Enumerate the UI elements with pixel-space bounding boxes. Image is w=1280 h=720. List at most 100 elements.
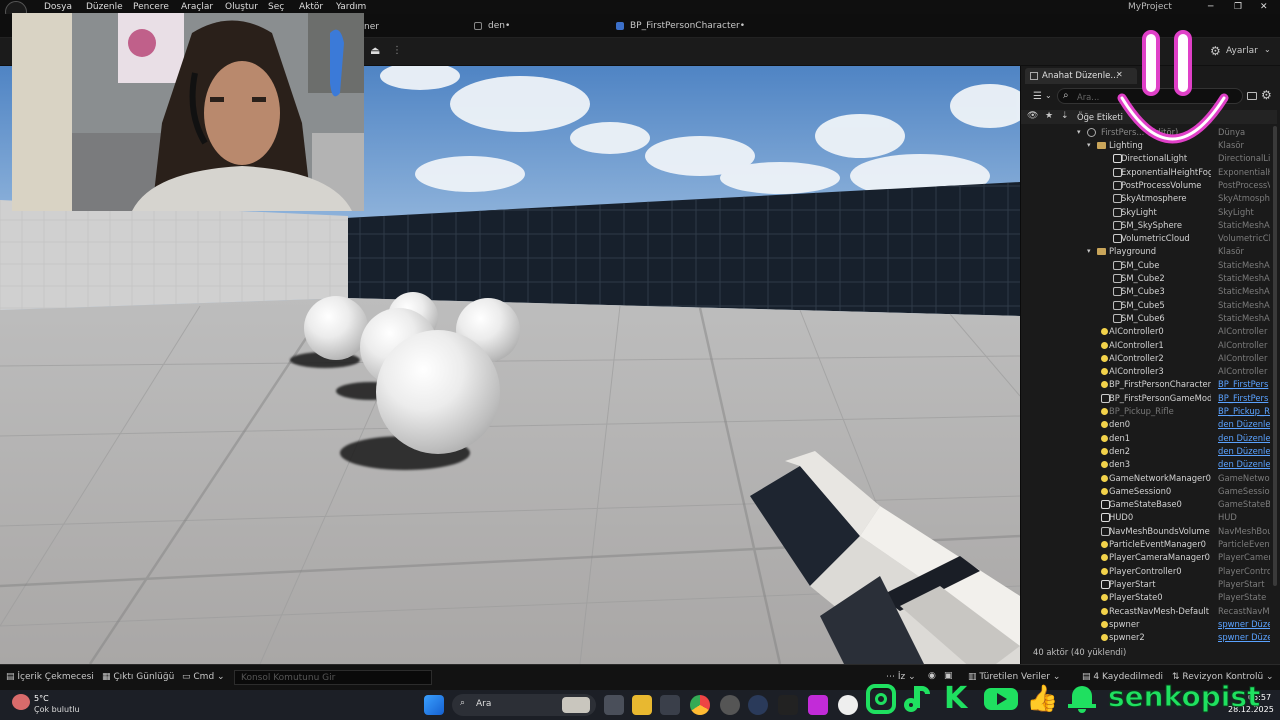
menu-tools[interactable]: Araçlar bbox=[181, 2, 213, 12]
eject-icon[interactable]: ⏏ bbox=[370, 45, 382, 57]
outliner-row-type[interactable]: BP_Pickup_R bbox=[1218, 405, 1270, 418]
outliner-row[interactable]: SM_Cube2 StaticMeshAc bbox=[1021, 272, 1277, 285]
menu-actor[interactable]: Aktör bbox=[299, 2, 323, 12]
outliner-row[interactable]: GameNetworkManager0 GameNetwor bbox=[1021, 472, 1277, 485]
outliner-row[interactable]: BP_FirstPersonGameMode BP_FirstPers bbox=[1021, 392, 1277, 405]
outliner-row[interactable]: SkyAtmosphere SkyAtmosphe bbox=[1021, 192, 1277, 205]
content-drawer-button[interactable]: ▤ İçerik Çekmecesi bbox=[6, 672, 94, 682]
expand-arrow-icon[interactable]: ▾ bbox=[1087, 139, 1091, 152]
output-log-button[interactable]: ▦ Çıktı Günlüğü bbox=[102, 672, 174, 682]
cmd-dropdown[interactable]: ▭ Cmd ⌄ bbox=[182, 672, 225, 682]
unreal-engine-icon[interactable] bbox=[838, 695, 858, 715]
outliner-row[interactable]: RecastNavMesh-Default RecastNavMe bbox=[1021, 605, 1277, 618]
outliner-row[interactable]: PlayerCameraManager0 PlayerCamera bbox=[1021, 551, 1277, 564]
tab-bp-firstpersoncharacter[interactable]: BP_FirstPersonCharacter• bbox=[612, 18, 772, 36]
app-icon[interactable] bbox=[720, 695, 740, 715]
minimize-button[interactable]: ─ bbox=[1208, 2, 1213, 12]
outliner-row[interactable]: SM_SkySphere StaticMeshAc bbox=[1021, 219, 1277, 232]
screenshot-icon[interactable]: ▣ bbox=[944, 671, 953, 681]
steam-icon[interactable] bbox=[748, 695, 768, 715]
outliner-row[interactable]: BP_FirstPersonCharacter0 BP_FirstPers bbox=[1021, 378, 1277, 391]
outliner-row[interactable]: den2 den Düzenle bbox=[1021, 445, 1277, 458]
outliner-row[interactable]: NavMeshBoundsVolume NavMeshBou bbox=[1021, 525, 1277, 538]
menu-window[interactable]: Pencere bbox=[133, 2, 169, 12]
menu-file[interactable]: Dosya bbox=[44, 2, 72, 12]
outliner-row[interactable]: PlayerState0 PlayerState bbox=[1021, 591, 1277, 604]
outliner-row[interactable]: SM_Cube6 StaticMeshAc bbox=[1021, 312, 1277, 325]
task-view-icon[interactable] bbox=[604, 695, 624, 715]
outliner-row-type[interactable]: den Düzenle bbox=[1218, 458, 1270, 471]
trace-dropdown[interactable]: ⋯ İz ⌄ bbox=[886, 672, 916, 682]
expand-arrow-icon[interactable]: ▾ bbox=[1077, 126, 1081, 139]
record-icon[interactable]: ◉ bbox=[928, 671, 936, 681]
sphere-actor[interactable] bbox=[376, 330, 500, 454]
epic-games-icon[interactable] bbox=[778, 695, 798, 715]
store-icon[interactable] bbox=[660, 695, 680, 715]
visibility-eye-icon[interactable]: 👁 bbox=[1027, 111, 1038, 121]
outliner-row[interactable]: ▾ Playground Klasör bbox=[1021, 245, 1277, 258]
chrome-icon[interactable] bbox=[690, 695, 710, 715]
outliner-row[interactable]: BP_Pickup_Rifle BP_Pickup_R bbox=[1021, 405, 1277, 418]
outliner-row[interactable]: den0 den Düzenle bbox=[1021, 418, 1277, 431]
expand-arrow-icon[interactable]: ▾ bbox=[1087, 245, 1091, 258]
outliner-row-type[interactable]: den Düzenle bbox=[1218, 445, 1270, 458]
tab-den[interactable]: den• bbox=[470, 18, 600, 36]
menu-select[interactable]: Seç bbox=[268, 2, 284, 12]
outliner-row[interactable]: ExponentialHeightFog ExponentialH bbox=[1021, 166, 1277, 179]
outliner-row[interactable]: den1 den Düzenle bbox=[1021, 432, 1277, 445]
database-icon: ▥ bbox=[968, 672, 977, 682]
windows-start-icon[interactable] bbox=[424, 695, 444, 715]
outliner-row[interactable]: AIController1 AIController bbox=[1021, 339, 1277, 352]
outliner-row[interactable]: AIController0 AIController bbox=[1021, 325, 1277, 338]
outliner-row[interactable]: spwner spwner Düze bbox=[1021, 618, 1277, 631]
outliner-row-type[interactable]: den Düzenle bbox=[1218, 418, 1270, 431]
more-options-icon[interactable]: ⋮ bbox=[392, 45, 402, 56]
outliner-row-type[interactable]: den Düzenle bbox=[1218, 432, 1270, 445]
outliner-row[interactable]: SkyLight SkyLight bbox=[1021, 206, 1277, 219]
outliner-row-label: BP_FirstPersonGameMode bbox=[1109, 392, 1211, 403]
taskbar-search[interactable]: ⌕ Ara bbox=[452, 694, 596, 716]
outliner-settings-icon[interactable]: ⚙ bbox=[1261, 88, 1272, 102]
weather-widget[interactable]: 5°C Çok bulutlu bbox=[8, 692, 98, 718]
outliner-row[interactable]: SM_Cube StaticMeshAc bbox=[1021, 259, 1277, 272]
menu-create[interactable]: Oluştur bbox=[225, 2, 258, 12]
maximize-button[interactable]: ❐ bbox=[1234, 2, 1242, 12]
menu-edit[interactable]: Düzenle bbox=[86, 2, 123, 12]
outliner-row[interactable]: GameSession0 GameSession bbox=[1021, 485, 1277, 498]
chevron-down-icon: ⌄ bbox=[217, 672, 225, 682]
outliner-row[interactable]: PostProcessVolume PostProcessV bbox=[1021, 179, 1277, 192]
outliner-row-type[interactable]: BP_FirstPers bbox=[1218, 378, 1270, 391]
new-folder-icon[interactable] bbox=[1247, 92, 1257, 100]
outliner-row[interactable]: SM_Cube3 StaticMeshAc bbox=[1021, 285, 1277, 298]
derived-data-button[interactable]: ▥ Türetilen Veriler ⌄ bbox=[968, 672, 1060, 682]
sphere-actor[interactable] bbox=[304, 296, 368, 360]
outliner-row-type[interactable]: spwner Düze bbox=[1218, 618, 1270, 631]
star-icon[interactable]: ★ bbox=[1045, 111, 1053, 121]
filter-chevron-icon[interactable]: ⌄ bbox=[1045, 91, 1052, 100]
outliner-row[interactable]: SM_Cube5 StaticMeshAc bbox=[1021, 299, 1277, 312]
console-input[interactable]: Konsol Komutunu Gir bbox=[234, 670, 432, 685]
outliner-row[interactable]: den3 den Düzenle bbox=[1021, 458, 1277, 471]
purple-app-icon[interactable] bbox=[808, 695, 828, 715]
controller-icon bbox=[1101, 341, 1108, 349]
filter-icon[interactable]: ☰ bbox=[1033, 91, 1042, 102]
outliner-row[interactable]: AIController3 AIController bbox=[1021, 365, 1277, 378]
tab-partial-label[interactable]: ner bbox=[364, 22, 379, 32]
pawn-icon bbox=[1101, 381, 1108, 389]
outliner-row[interactable]: ParticleEventManager0 ParticleEvent bbox=[1021, 538, 1277, 551]
outliner-row[interactable]: PlayerStart PlayerStart bbox=[1021, 578, 1277, 591]
pin-icon[interactable]: ⇣ bbox=[1061, 111, 1069, 121]
outliner-scrollbar[interactable] bbox=[1273, 126, 1277, 586]
outliner-row-type[interactable]: BP_FirstPers bbox=[1218, 392, 1270, 405]
outliner-row-type: PlayerContro bbox=[1218, 565, 1270, 576]
outliner-row[interactable]: GameStateBase0 GameStateBa bbox=[1021, 498, 1277, 511]
file-explorer-icon[interactable] bbox=[632, 695, 652, 715]
content-drawer-label: İçerik Çekmecesi bbox=[17, 672, 94, 682]
outliner-row[interactable]: HUD0 HUD bbox=[1021, 511, 1277, 524]
trace-icon: ⋯ bbox=[886, 672, 895, 682]
outliner-row[interactable]: VolumetricCloud VolumetricClo bbox=[1021, 232, 1277, 245]
close-window-button[interactable]: ✕ bbox=[1260, 2, 1268, 12]
outliner-row[interactable]: AIController2 AIController bbox=[1021, 352, 1277, 365]
outliner-row[interactable]: PlayerController0 PlayerContro bbox=[1021, 565, 1277, 578]
menu-help[interactable]: Yardım bbox=[336, 2, 366, 12]
